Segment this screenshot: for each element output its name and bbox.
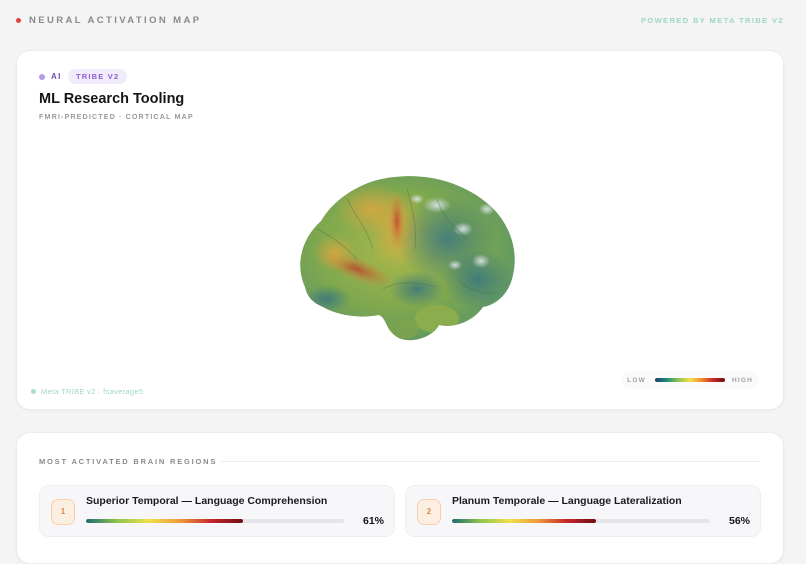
region-activation-percent: 56% <box>728 515 750 527</box>
card-title: ML Research Tooling <box>39 91 185 107</box>
region-card[interactable]: 2 Planum Temporale — Language Lateraliza… <box>405 485 761 537</box>
legend-high-label: HIGH <box>731 376 753 384</box>
model-tag: TRIBE V2 <box>68 69 128 84</box>
page-title: NEURAL ACTIVATION MAP <box>29 15 202 26</box>
region-rank-badge: 2 <box>417 499 441 525</box>
top-bar: NEURAL ACTIVATION MAP POWERED BY META TR… <box>16 14 784 28</box>
regions-card: MOST ACTIVATED BRAIN REGIONS 1 Superior … <box>16 432 784 564</box>
region-name: Planum Temporale — Language Lateralizati… <box>452 495 682 507</box>
model-footer-label: Meta TRIBE v2 · fsaverage5 <box>41 387 144 396</box>
region-card[interactable]: 1 Superior Temporal — Language Comprehen… <box>39 485 395 537</box>
brain-activation-visualization[interactable] <box>287 169 527 349</box>
region-activation-track <box>452 519 710 523</box>
status-dot-icon <box>16 18 21 23</box>
powered-by-label: POWERED BY META TRIBE V2 <box>640 16 784 25</box>
ai-tag-label: AI <box>51 72 62 81</box>
activation-map-card: AI TRIBE V2 ML Research Tooling FMRI-PRE… <box>16 50 784 410</box>
ai-dot-icon <box>39 73 45 80</box>
region-activation-percent: 61% <box>362 515 384 527</box>
region-activation-fill <box>452 519 597 523</box>
region-activation-fill <box>86 519 244 523</box>
model-footer: Meta TRIBE v2 · fsaverage5 <box>31 387 143 396</box>
ai-tag: AI <box>39 69 62 84</box>
model-dot-icon <box>31 389 36 394</box>
region-activation-track <box>86 519 344 523</box>
regions-section-title: MOST ACTIVATED BRAIN REGIONS <box>39 457 218 466</box>
region-name: Superior Temporal — Language Comprehensi… <box>86 495 328 507</box>
legend-gradient-bar <box>654 378 725 382</box>
color-legend: LOW HIGH <box>621 371 759 389</box>
region-rank-badge: 1 <box>51 499 75 525</box>
card-subtitle: FMRI-PREDICTED · CORTICAL MAP <box>39 112 194 121</box>
legend-low-label: LOW <box>627 376 646 384</box>
section-divider <box>221 461 761 462</box>
